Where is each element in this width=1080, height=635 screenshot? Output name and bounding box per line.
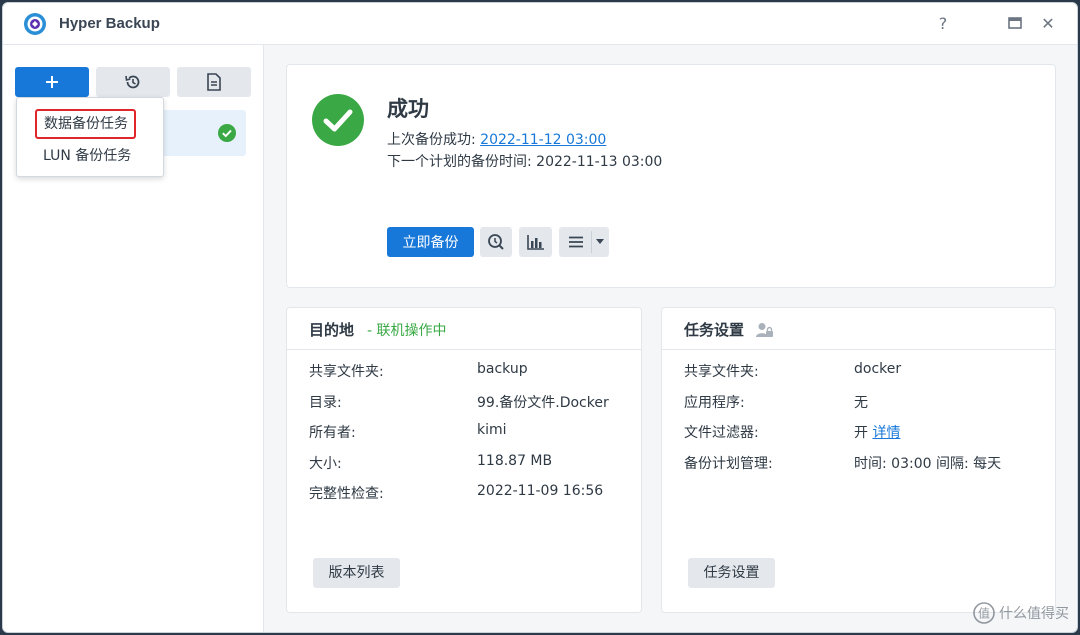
task-label-shared-folder: 共享文件夹: [684, 364, 759, 380]
version-list-button[interactable]: 版本列表 [313, 558, 400, 588]
destination-status: - 联机操作中 [367, 323, 447, 339]
zhi-icon: 值 [973, 602, 995, 624]
task-label-application: 应用程序: [684, 395, 745, 411]
dest-label-size: 大小: [309, 456, 342, 472]
file-filter-details-link[interactable]: 详情 [872, 425, 900, 441]
destination-card: 目的地 - 联机操作中 共享文件夹: backup 目录: 99.备份文件.Do… [286, 307, 642, 613]
close-button[interactable]: ✕ [1037, 13, 1059, 35]
title-bar: Hyper Backup ? ✕ [3, 3, 1077, 45]
history-icon [125, 75, 140, 89]
window-title: Hyper Backup [59, 15, 160, 32]
watermark-text: 什么值得买 [999, 606, 1069, 622]
bar-chart-icon [526, 235, 544, 250]
task-settings-button[interactable]: 任务设置 [688, 558, 775, 588]
statistics-button[interactable] [519, 227, 552, 257]
create-menu: 数据备份任务 LUN 备份任务 [16, 97, 164, 177]
task-value-application: 无 [854, 395, 868, 411]
last-backup-line: 上次备份成功: 2022-11-12 03:00 [387, 129, 606, 149]
sidebar: 数据备份任务 LUN 备份任务 [3, 45, 264, 632]
menu-icon [569, 236, 583, 248]
add-button[interactable] [15, 67, 89, 97]
destination-header: 目的地 - 联机操作中 [287, 308, 641, 350]
log-button[interactable] [177, 67, 251, 97]
task-value-file-filter: 开 详情 [854, 422, 900, 442]
dest-label-shared-folder: 共享文件夹: [309, 364, 384, 380]
next-backup-line: 下一个计划的备份时间: 2022-11-13 03:00 [387, 154, 663, 170]
menu-item-lun-backup[interactable]: LUN 备份任务 [17, 145, 163, 165]
check-circle-icon [218, 124, 236, 142]
menu-item-data-backup[interactable]: 数据备份任务 [35, 109, 136, 139]
task-settings-header: 任务设置 [662, 308, 1055, 350]
file-filter-state: 开 [854, 425, 868, 441]
task-settings-title: 任务设置 [684, 321, 745, 339]
help-button[interactable]: ? [932, 13, 954, 35]
success-icon [312, 94, 364, 146]
maximize-button[interactable] [1004, 13, 1026, 35]
last-backup-label: 上次备份成功: [387, 132, 481, 148]
task-settings-card: 任务设置 共享文件夹: docker 应用程序: 无 文件过滤器: 开 详情 备… [661, 307, 1056, 613]
split-divider [591, 231, 592, 253]
task-value-schedule: 时间: 03:00 间隔: 每天 [854, 456, 1002, 472]
restore-button[interactable] [96, 67, 170, 97]
maximize-icon [1008, 17, 1022, 29]
caret-down-icon [596, 239, 604, 244]
dest-value-owner: kimi [477, 422, 507, 438]
plus-icon [46, 76, 58, 88]
task-label-schedule: 备份计划管理: [684, 456, 773, 472]
task-label-file-filter: 文件过滤器: [684, 425, 759, 441]
document-icon [207, 73, 221, 91]
svg-text:值: 值 [978, 606, 990, 621]
dest-label-owner: 所有者: [309, 425, 356, 441]
dest-value-shared-folder: backup [477, 361, 528, 377]
explorer-button[interactable] [480, 227, 512, 257]
task-value-shared-folder: docker [854, 361, 902, 377]
status-title: 成功 [387, 97, 429, 121]
more-actions-button[interactable] [559, 227, 609, 257]
user-lock-icon [756, 323, 773, 337]
hyper-backup-app-icon [24, 13, 46, 35]
dest-label-directory: 目录: [309, 395, 342, 411]
watermark: 值 什么值得买 [973, 602, 1069, 624]
clock-search-icon [488, 234, 504, 250]
dest-value-directory: 99.备份文件.Docker [477, 395, 609, 411]
destination-title: 目的地 [309, 321, 355, 339]
last-backup-link[interactable]: 2022-11-12 03:00 [480, 132, 606, 148]
dest-value-size: 118.87 MB [477, 453, 553, 469]
dest-label-integrity: 完整性检查: [309, 486, 384, 502]
status-card: 成功 上次备份成功: 2022-11-12 03:00 下一个计划的备份时间: … [286, 64, 1056, 288]
dest-value-integrity: 2022-11-09 16:56 [477, 483, 604, 499]
backup-now-button[interactable]: 立即备份 [387, 227, 474, 257]
hyper-backup-window: Hyper Backup ? ✕ 数据备份任务 LUN 备份任务 成功 上次备份… [2, 2, 1078, 633]
